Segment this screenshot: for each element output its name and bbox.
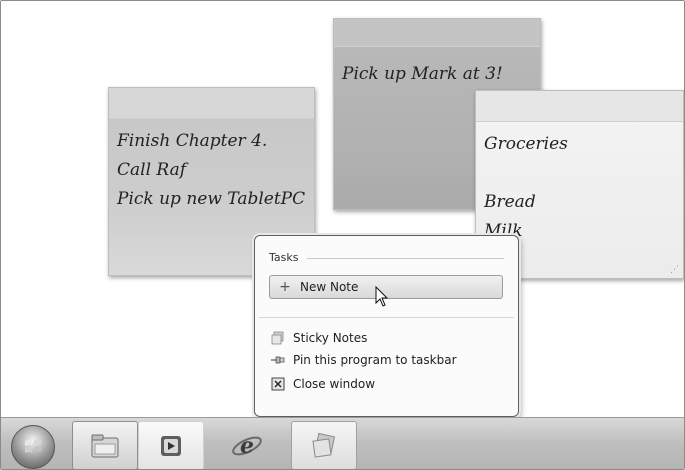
resize-grip-icon[interactable]: ⋰: [670, 265, 679, 275]
sticky-notes-label: Sticky Notes: [293, 331, 368, 345]
new-note-label: New Note: [300, 280, 359, 294]
note-line: Groceries: [484, 134, 568, 154]
note-title-bar[interactable]: [334, 19, 540, 47]
header-divider: [307, 258, 504, 259]
note-line: Call Raf: [117, 160, 187, 180]
taskbar-explorer-button[interactable]: [72, 421, 138, 469]
note-line: [484, 159, 683, 188]
taskbar: e: [1, 417, 684, 469]
folder-icon: [91, 434, 119, 457]
taskbar-sticky-notes-button[interactable]: [291, 421, 357, 469]
sticky-notes-app-icon: [312, 432, 336, 458]
note-text[interactable]: Groceries Bread Milk: [476, 122, 683, 246]
plus-icon: +: [279, 279, 291, 295]
screenshot-frame: Finish Chapter 4. Call Raf Pick up new T…: [0, 0, 685, 470]
jump-list-header: Tasks: [269, 251, 299, 264]
pin-label: Pin this program to taskbar: [293, 353, 457, 367]
jump-list: Tasks + New Note Sticky Notes Pin this p…: [254, 235, 519, 417]
pin-icon: [271, 353, 285, 367]
media-player-icon: [161, 435, 181, 456]
note-title-bar[interactable]: [109, 88, 314, 119]
sticky-notes-item[interactable]: Sticky Notes: [269, 327, 501, 349]
sticky-notes-icon: [271, 331, 285, 345]
taskbar-media-player-button[interactable]: [138, 421, 204, 469]
pin-to-taskbar-item[interactable]: Pin this program to taskbar: [269, 349, 501, 371]
internet-explorer-icon: e: [232, 433, 262, 459]
start-button[interactable]: [11, 425, 55, 469]
close-window-icon: [271, 377, 285, 391]
note-text[interactable]: Finish Chapter 4. Call Raf Pick up new T…: [109, 119, 314, 214]
note-title-bar[interactable]: [476, 91, 683, 122]
note-line: Finish Chapter 4.: [117, 131, 268, 151]
taskbar-ie-button[interactable]: e: [214, 421, 280, 469]
desktop: Finish Chapter 4. Call Raf Pick up new T…: [1, 1, 684, 417]
close-window-label: Close window: [293, 377, 376, 391]
close-window-item[interactable]: Close window: [269, 373, 501, 395]
note-text[interactable]: Pick up Mark at 3!: [334, 47, 540, 89]
windows-logo-icon: [25, 439, 41, 453]
note-line: Bread: [484, 192, 536, 212]
note-line: Pick up new TabletPC: [117, 189, 306, 209]
svg-text:e: e: [240, 433, 254, 459]
note-line: Pick up Mark at 3!: [342, 64, 503, 84]
divider: [259, 317, 514, 318]
mouse-cursor-icon: [375, 286, 389, 307]
